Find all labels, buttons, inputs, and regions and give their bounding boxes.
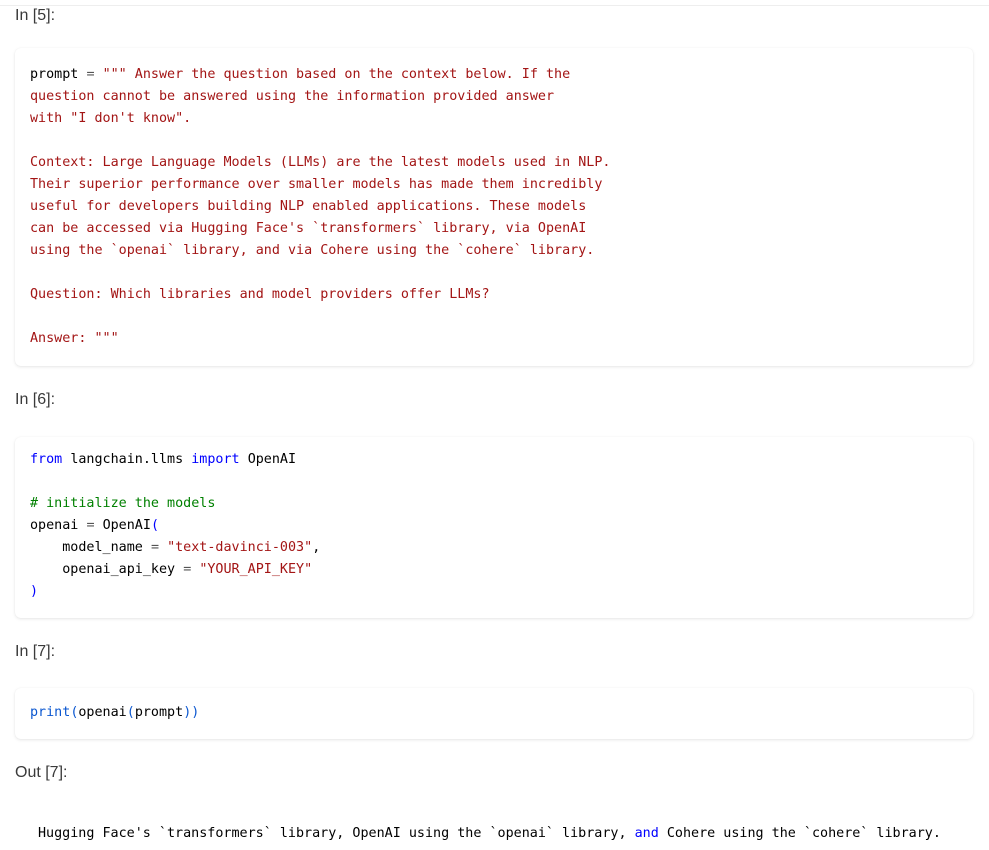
code-comment: # initialize the models: [30, 496, 216, 511]
arg-eq-2: =: [183, 562, 192, 577]
output-part-1: Hugging Face's `transformers` library, O…: [38, 826, 635, 841]
code-cell-5-source[interactable]: prompt = """ Answer the question based o…: [30, 64, 610, 350]
code-cell-7[interactable]: print(openai(prompt)): [15, 688, 973, 739]
context-line-3: useful for developers building NLP enabl…: [30, 199, 587, 214]
call-openai: openai: [78, 705, 127, 720]
output-and-keyword: and: [634, 826, 659, 841]
context-line-4: can be accessed via Hugging Face's `tran…: [30, 221, 587, 236]
arg-prompt: prompt: [134, 705, 184, 720]
cell-6-label: In [6]:: [15, 391, 56, 408]
paren-close: )): [183, 705, 200, 720]
arg-model-name: model_name: [62, 540, 143, 555]
print-function: print: [30, 705, 71, 720]
arg-eq-1: =: [150, 540, 159, 555]
code-cell-7-source[interactable]: print(openai(prompt)): [30, 702, 199, 724]
comma: ,: [312, 540, 321, 555]
class-name: OpenAI: [247, 452, 297, 467]
top-divider: [0, 5, 989, 6]
code-cell-6[interactable]: from langchain.llms import OpenAI # init…: [15, 437, 973, 618]
variable-openai: openai: [30, 518, 79, 533]
cell-7-label: In [7]:: [15, 643, 56, 660]
arg-api-key: openai_api_key: [62, 562, 176, 577]
assign-op: =: [86, 67, 95, 82]
question-line: Question: Which libraries and model prov…: [30, 287, 490, 302]
string-line-3: with "I don't know".: [30, 111, 192, 126]
output-7-label: Out [7]:: [15, 764, 68, 781]
constructor-call: OpenAI: [102, 518, 151, 533]
open-paren: (: [150, 518, 159, 533]
arg-model-value: "text-davinci-003": [167, 540, 313, 555]
variable-prompt: prompt: [30, 67, 79, 82]
output-7-text: Hugging Face's `transformers` library, O…: [38, 823, 941, 845]
output-part-2: Cohere using the `cohere` library.: [658, 826, 941, 841]
string-line-2: question cannot be answered using the in…: [30, 89, 555, 104]
keyword-from: from: [30, 452, 63, 467]
context-line-2: Their superior performance over smaller …: [30, 177, 603, 192]
code-cell-6-source[interactable]: from langchain.llms import OpenAI # init…: [30, 449, 320, 603]
context-line-5: using the `openai` library, and via Cohe…: [30, 243, 595, 258]
string-line-1: """ Answer the question based on the con…: [102, 67, 571, 82]
cell-5-label: In [5]:: [15, 7, 56, 24]
answer-line: Answer: """: [30, 331, 119, 346]
context-line-1: Context: Large Language Models (LLMs) ar…: [30, 155, 611, 170]
module-name: langchain.llms: [70, 452, 184, 467]
arg-api-key-value: "YOUR_API_KEY": [199, 562, 313, 577]
close-paren: ): [30, 584, 39, 599]
paren-open-2: (: [126, 705, 135, 720]
assign-op: =: [86, 518, 95, 533]
keyword-import: import: [191, 452, 240, 467]
code-cell-5[interactable]: prompt = """ Answer the question based o…: [15, 48, 973, 366]
